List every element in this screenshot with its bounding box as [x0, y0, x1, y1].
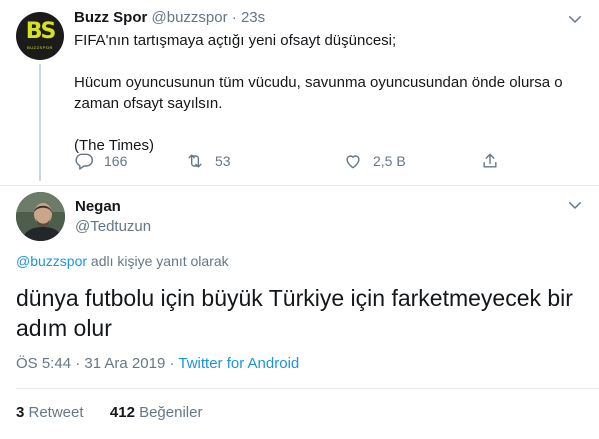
tweet-source-link[interactable]: Twitter for Android	[178, 355, 299, 372]
negan-avatar[interactable]	[16, 192, 65, 241]
share-button[interactable]	[480, 150, 510, 172]
tweet-date[interactable]: 31 Ara 2019	[84, 355, 165, 372]
reply-mention-link[interactable]: @buzzspor	[16, 253, 87, 269]
retweet-icon	[185, 151, 215, 171]
likes-count: 412	[109, 404, 135, 421]
share-icon	[480, 151, 510, 171]
tweet-time[interactable]: ÖS 5:44	[16, 355, 71, 372]
tweet-meta: ÖS 5:44 · 31 Ara 2019 · Twitter for Andr…	[16, 355, 299, 373]
like-button[interactable]: 2,5 B	[343, 150, 406, 172]
chevron-down-icon[interactable]	[566, 10, 584, 28]
retweet-button[interactable]: 53	[185, 150, 231, 172]
parent-tweet-text: FIFA'nın tartışmaya açtığı yeni ofsayt d…	[74, 30, 584, 156]
tweet-text-line: FIFA'nın tartışmaya açtığı yeni ofsayt d…	[74, 32, 397, 49]
like-count: 2,5 B	[373, 153, 406, 169]
parent-tweet-actions: 166 53 2,5 B	[74, 150, 497, 172]
replying-to: @buzzspor adlı kişiye yanıt olarak	[16, 252, 229, 270]
reply-count: 166	[104, 153, 128, 169]
reply-button[interactable]: 166	[74, 150, 127, 172]
parent-author-handle[interactable]: @buzzspor	[152, 9, 228, 26]
header-separator: ·	[231, 9, 237, 26]
tweet-text-line: Hücum oyuncusunun tüm vücudu, savunma oy…	[74, 74, 563, 91]
buzzspor-logo: BS BUZZSPOR	[22, 16, 58, 56]
retweets-label: Retweet	[24, 404, 84, 421]
logo-letters: BS	[25, 19, 57, 44]
avatar-photo	[16, 192, 65, 241]
tweet-text-line: zaman ofsayt sayılsın.	[74, 95, 223, 112]
tweet-stats: 3 Retweet 412 Beğeniler	[16, 404, 202, 422]
meta-separator: ·	[165, 355, 179, 372]
likes-label: Beğeniler	[134, 404, 203, 421]
thread-connector-line	[39, 64, 41, 181]
parent-tweet-header: Buzz Spor @buzzspor · 23s	[74, 8, 265, 28]
retweets-stat[interactable]: 3 Retweet	[16, 404, 84, 421]
main-author-name[interactable]: Negan	[75, 198, 121, 216]
parent-author-name[interactable]: Buzz Spor	[74, 9, 147, 26]
buzzspor-avatar[interactable]: BS BUZZSPOR	[16, 12, 64, 60]
divider	[0, 185, 599, 186]
retweet-count: 53	[215, 153, 231, 169]
divider	[16, 388, 599, 389]
reply-icon	[74, 151, 104, 171]
parent-tweet[interactable]: BS BUZZSPOR Buzz Spor @buzzspor · 23s FI…	[0, 0, 599, 185]
main-author-handle[interactable]: @Tedtuzun	[75, 218, 151, 236]
likes-stat[interactable]: 412 Beğeniler	[110, 404, 203, 421]
meta-separator: ·	[71, 355, 85, 372]
parent-tweet-time[interactable]: 23s	[241, 9, 265, 26]
main-tweet-text: dünya futbolu için büyük Türkiye için fa…	[16, 285, 573, 341]
reply-to-suffix: adlı kişiye yanıt olarak	[87, 253, 229, 269]
logo-subtext: BUZZSPOR	[27, 45, 53, 50]
chevron-down-icon[interactable]	[566, 196, 584, 214]
like-icon	[343, 151, 373, 171]
